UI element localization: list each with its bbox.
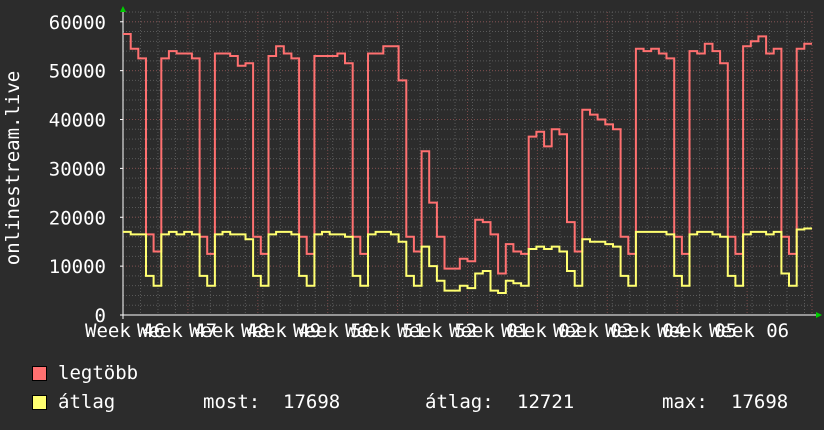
legend-swatch-atlag: [32, 395, 47, 410]
stat-max-label: max:: [662, 391, 708, 413]
x-axis-arrow: [816, 312, 822, 318]
y-tick-label: 40000: [49, 110, 106, 132]
stat-atlag-label: átlag:: [425, 391, 494, 413]
y-axis-label: onlinestream.live: [2, 71, 24, 265]
stat-atlag-value: 12721: [517, 391, 575, 413]
y-tick-label: 10000: [49, 256, 106, 278]
stat-most-label: most:: [203, 391, 261, 413]
legend-label-legtobb: legtöbb: [58, 362, 139, 384]
legend-swatch-legtobb: [32, 366, 47, 381]
stat-most-value: 17698: [283, 391, 341, 413]
line-chart: 0100002000030000400005000060000Week 46We…: [2, 6, 822, 342]
stat-max-value: 17698: [731, 391, 789, 413]
y-tick-label: 20000: [49, 207, 106, 229]
x-tick-label: Week 06: [709, 320, 789, 342]
y-tick-label: 60000: [49, 12, 106, 34]
grid: [122, 11, 813, 316]
y-tick-label: 30000: [49, 158, 106, 180]
y-axis-arrow: [120, 6, 126, 12]
legend-label-atlag: átlag: [58, 391, 116, 413]
y-tick-label: 50000: [49, 61, 106, 83]
